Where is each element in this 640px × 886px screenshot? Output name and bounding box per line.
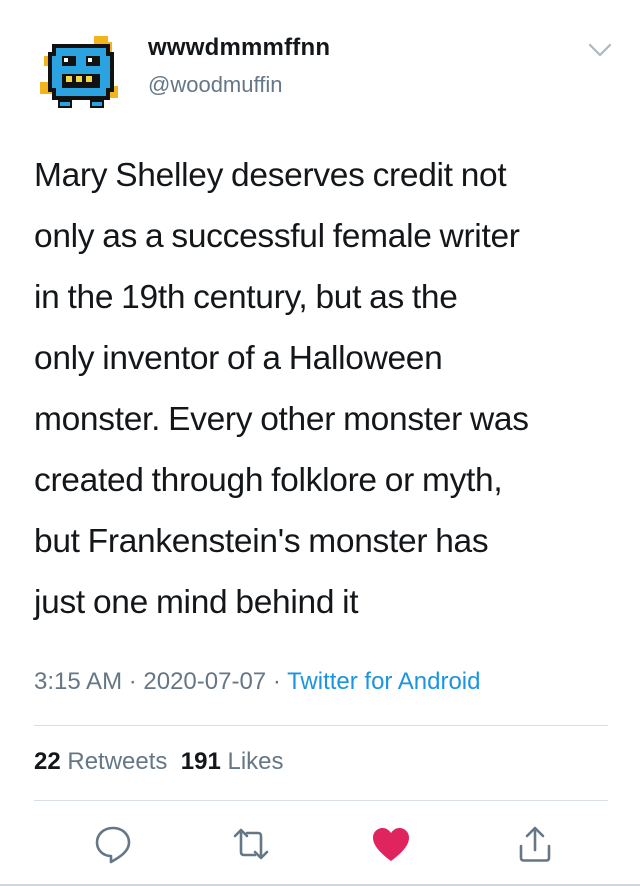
divider — [34, 725, 608, 726]
share-icon[interactable] — [513, 822, 557, 866]
tweet-card: wwwdmmmffnn @woodmuffin Mary Shelley des… — [0, 0, 640, 886]
likes-stat[interactable]: 191 Likes — [181, 748, 284, 775]
retweets-count: 22 — [34, 748, 61, 775]
retweets-label: Retweets — [67, 748, 168, 775]
tweet-date[interactable]: 2020-07-07 — [143, 668, 266, 695]
user-handle[interactable]: @woodmuffin — [148, 72, 282, 98]
pixel-monster-avatar-icon — [34, 22, 130, 118]
divider — [34, 800, 608, 801]
action-bar — [0, 822, 640, 870]
meta-separator: · — [122, 668, 144, 695]
tweet-source-link[interactable]: Twitter for Android — [287, 668, 480, 695]
avatar[interactable] — [34, 22, 130, 118]
reply-icon[interactable] — [91, 822, 135, 866]
likes-label: Likes — [227, 748, 284, 775]
display-name[interactable]: wwwdmmmffnn — [148, 34, 330, 62]
tweet-meta: 3:15 AM · 2020-07-07 · Twitter for Andro… — [34, 668, 480, 696]
likes-count: 191 — [180, 748, 221, 775]
retweets-stat[interactable]: 22 Retweets — [34, 748, 167, 775]
chevron-down-icon[interactable] — [586, 40, 614, 60]
tweet-header: wwwdmmmffnn @woodmuffin — [34, 22, 614, 122]
meta-separator: · — [266, 668, 288, 695]
tweet-text: Mary Shelley deserves credit not only as… — [34, 157, 529, 621]
engagement-counts: 22 Retweets 191 Likes — [34, 748, 284, 776]
heart-icon[interactable] — [369, 822, 413, 866]
tweet-time[interactable]: 3:15 AM — [34, 668, 122, 695]
retweet-icon[interactable] — [229, 822, 273, 866]
